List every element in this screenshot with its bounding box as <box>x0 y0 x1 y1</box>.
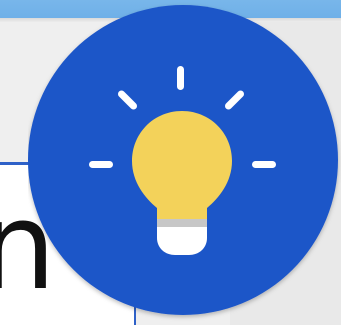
screen-capture: n <box>0 0 341 325</box>
ray-left-icon <box>89 161 113 168</box>
lightbulb-logo <box>28 0 341 325</box>
lightbulb-icon <box>28 5 338 315</box>
ray-top-icon <box>177 66 184 90</box>
bulb-band-icon <box>157 219 207 227</box>
bulb-base-icon <box>157 227 207 255</box>
ray-right-icon <box>252 161 276 168</box>
